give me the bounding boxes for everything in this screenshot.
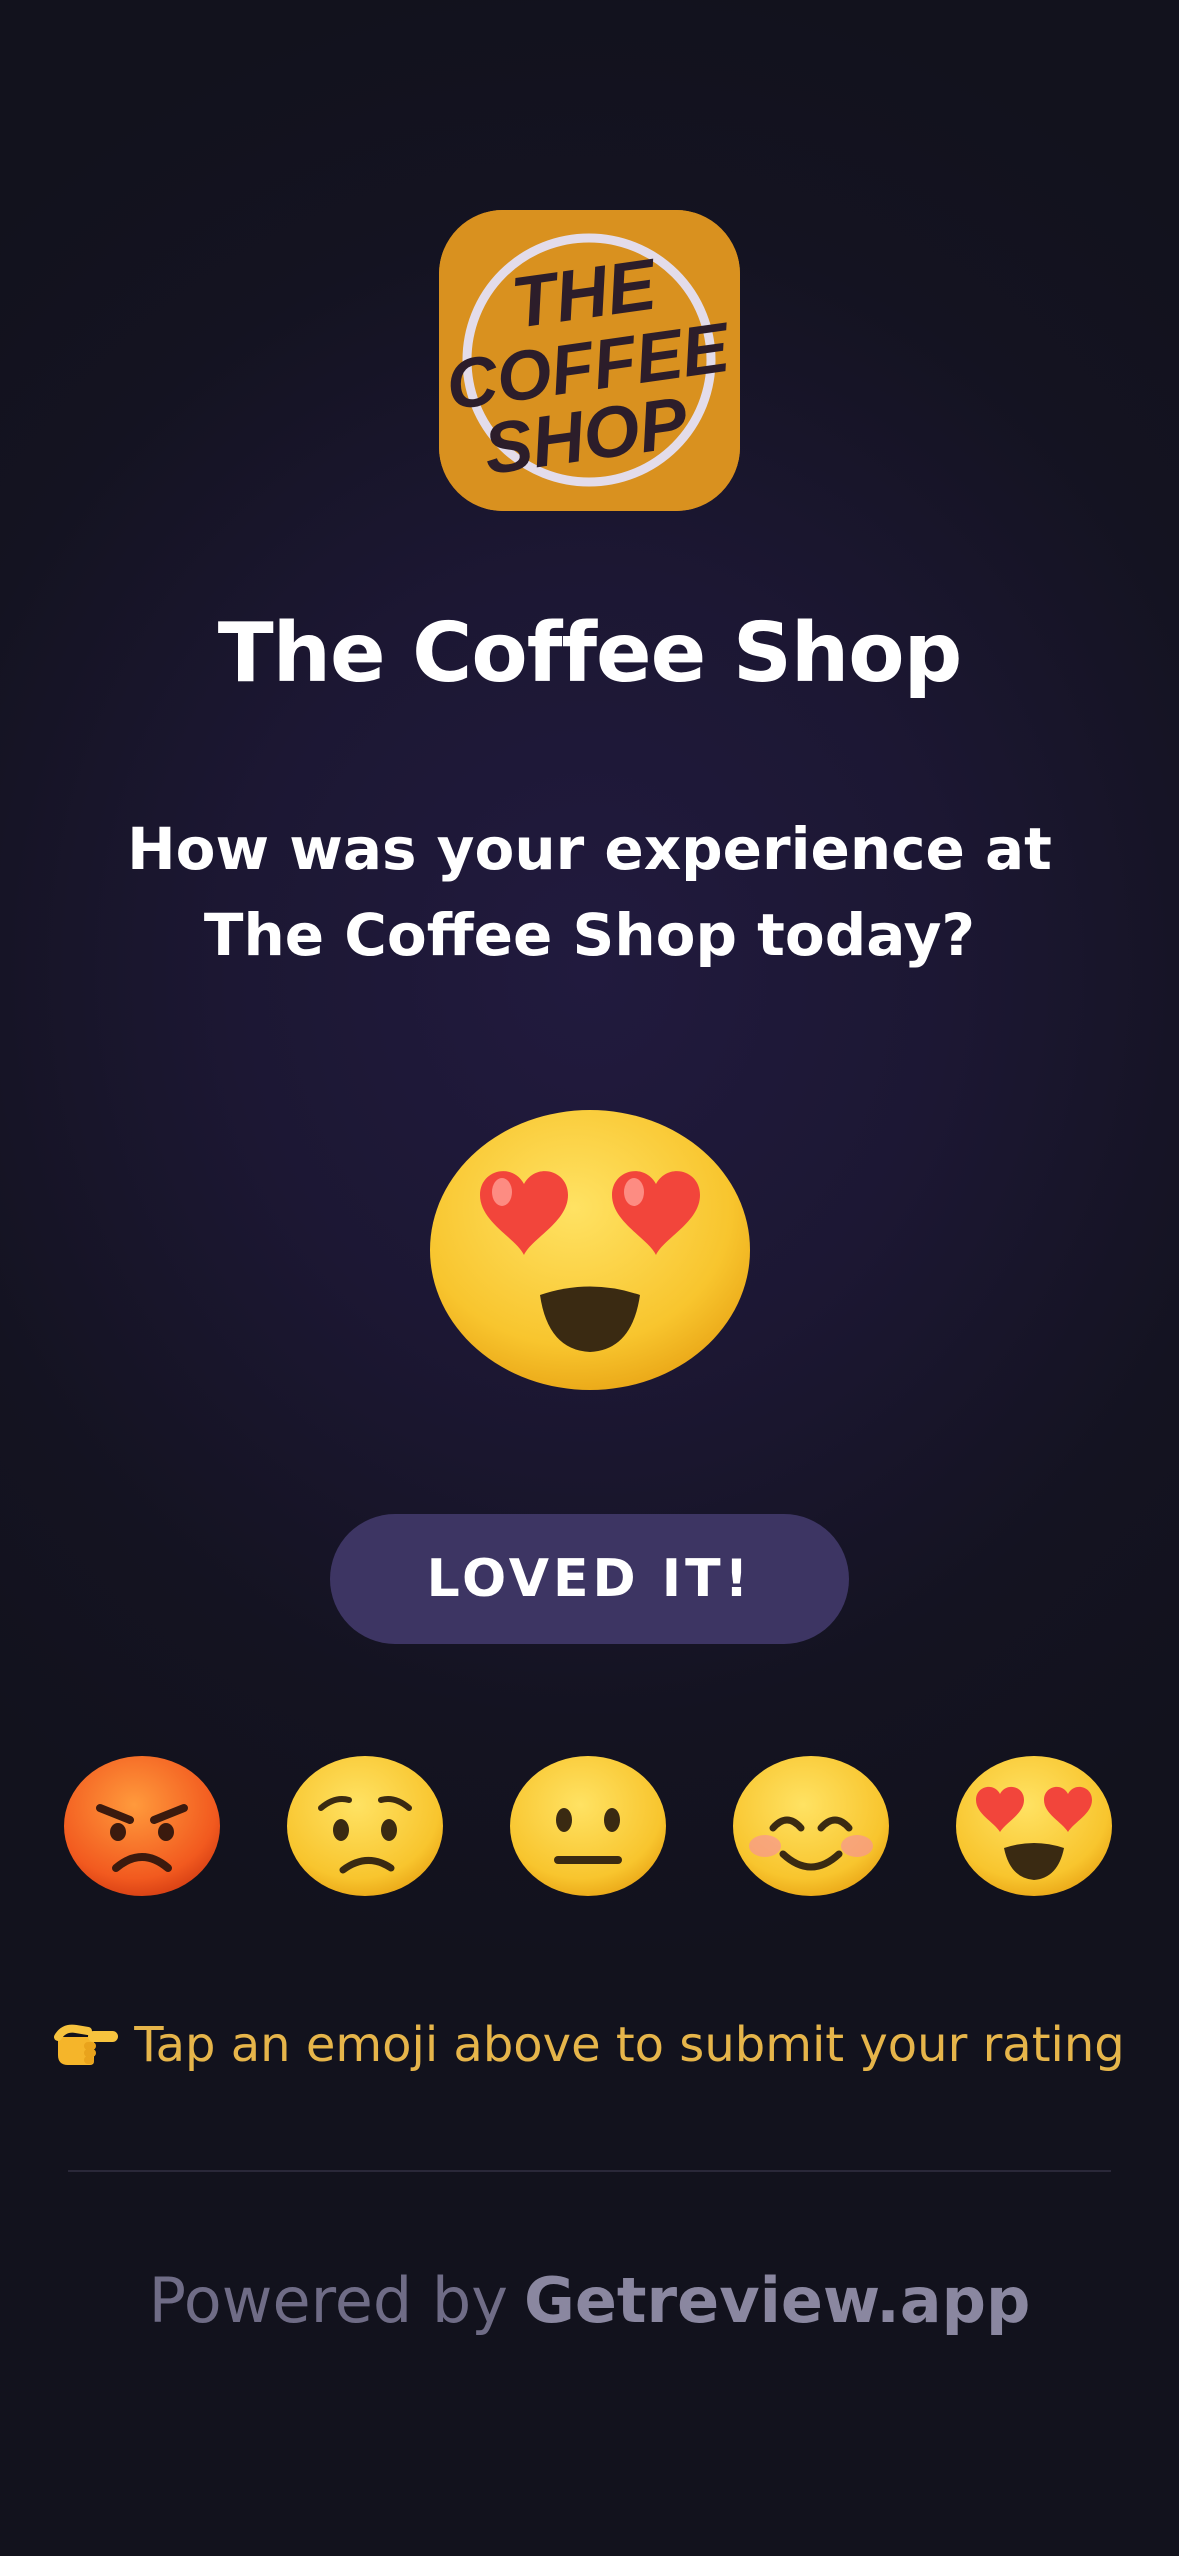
powered-by: Powered by Getreview.app — [0, 2260, 1179, 2342]
divider — [68, 2170, 1111, 2172]
powered-by-prefix: Powered by — [148, 2264, 508, 2337]
brand-link[interactable]: Getreview.app — [524, 2264, 1030, 2337]
neutral-face-icon[interactable] — [506, 1750, 670, 1900]
review-page: THE COFFEE SHOP The Coffee Shop How was … — [0, 0, 1179, 2556]
rating-question: How was your experience at The Coffee Sh… — [127, 815, 1052, 969]
shop-name: The Coffee Shop — [217, 606, 963, 701]
shop-logo: THE COFFEE SHOP — [439, 210, 740, 511]
worried-face-icon[interactable] — [283, 1750, 447, 1900]
pointing-hand-icon — [54, 2016, 120, 2086]
smiling-face-icon[interactable] — [729, 1750, 893, 1900]
heart-eyes-face-icon[interactable] — [952, 1750, 1116, 1900]
hint-text: Tap an emoji above to submit your rating — [134, 2017, 1125, 2073]
submit-hint: Tap an emoji above to submit your rating — [0, 2010, 1179, 2086]
selected-rating-label[interactable]: LOVED IT! — [330, 1514, 849, 1644]
heart-eyes-face-icon — [420, 1100, 760, 1400]
angry-face-icon[interactable] — [60, 1750, 224, 1900]
rating-options — [0, 1750, 1179, 1900]
